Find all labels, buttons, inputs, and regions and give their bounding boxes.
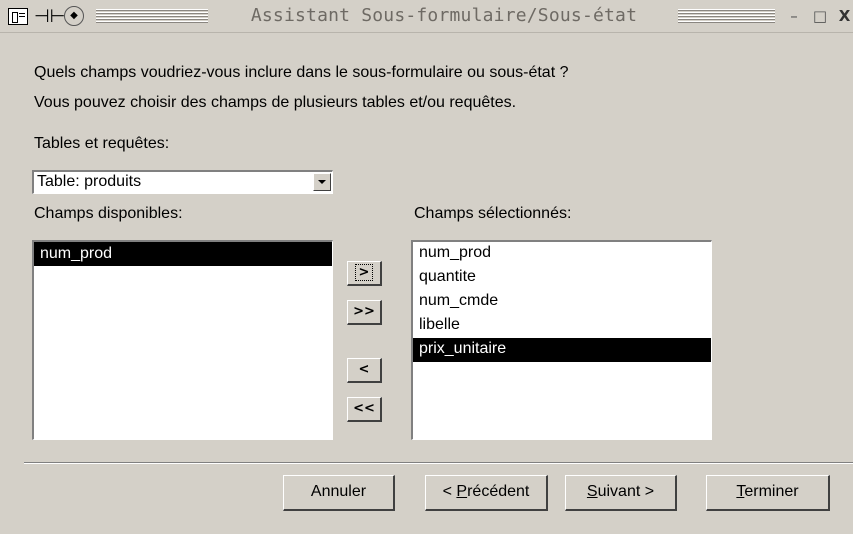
next-accel: S	[586, 483, 598, 500]
selected-field-item[interactable]: num_cmde	[413, 290, 711, 314]
instruction-line-2: Vous pouvez choisir des champs de plusie…	[34, 94, 517, 111]
previous-button[interactable]: < Précédent	[425, 475, 548, 511]
pin-icon[interactable]: ⊣⊢	[34, 8, 65, 26]
tables-combo[interactable]: Table: produits	[32, 170, 333, 194]
finish-rest: erminer	[744, 483, 799, 500]
footer-separator	[24, 462, 853, 464]
cancel-button[interactable]: Annuler	[283, 475, 395, 511]
minimize-button[interactable]: –	[784, 6, 804, 26]
title-stripes-left	[96, 9, 208, 24]
add-all-fields-button[interactable]: >>	[347, 300, 382, 325]
chevron-down-icon[interactable]	[313, 173, 331, 191]
title-bar: ⊣⊢ ◆ Assistant Sous-formulaire/Sous-état…	[0, 0, 853, 33]
selected-field-item[interactable]: prix_unitaire	[413, 338, 711, 362]
remove-field-button[interactable]: <	[347, 358, 382, 383]
previous-rest: récédent	[467, 483, 530, 500]
available-field-item[interactable]: num_prod	[34, 242, 332, 266]
app-icon[interactable]	[8, 8, 28, 25]
sort-icon[interactable]: ◆	[64, 6, 84, 26]
tables-label: Tables et requêtes:	[34, 135, 170, 152]
selected-fields-label: Champs sélectionnés:	[414, 205, 572, 222]
add-field-button[interactable]: >	[347, 261, 382, 286]
finish-button[interactable]: Terminer	[706, 475, 830, 511]
selected-field-item[interactable]: num_prod	[413, 242, 711, 266]
maximize-button[interactable]: □	[810, 6, 830, 26]
instruction-line-1: Quels champs voudriez-vous inclure dans …	[34, 64, 569, 81]
tables-combo-value: Table: produits	[37, 173, 142, 190]
remove-all-fields-button[interactable]: <<	[347, 397, 382, 422]
window-title: Assistant Sous-formulaire/Sous-état	[250, 5, 638, 26]
add-field-label: >	[354, 264, 374, 281]
next-rest: uivant >	[597, 483, 655, 500]
next-button[interactable]: Suivant >	[565, 475, 677, 511]
available-fields-list[interactable]: num_prod	[32, 240, 333, 440]
previous-accel: P	[456, 483, 468, 500]
close-button[interactable]: X	[836, 6, 853, 26]
selected-field-item[interactable]: libelle	[413, 314, 711, 338]
selected-field-item[interactable]: quantite	[413, 266, 711, 290]
available-fields-label: Champs disponibles:	[34, 205, 183, 222]
previous-prefix: <	[442, 483, 457, 500]
selected-fields-list[interactable]: num_prod quantite num_cmde libelle prix_…	[411, 240, 712, 440]
title-stripes-right	[678, 9, 775, 24]
